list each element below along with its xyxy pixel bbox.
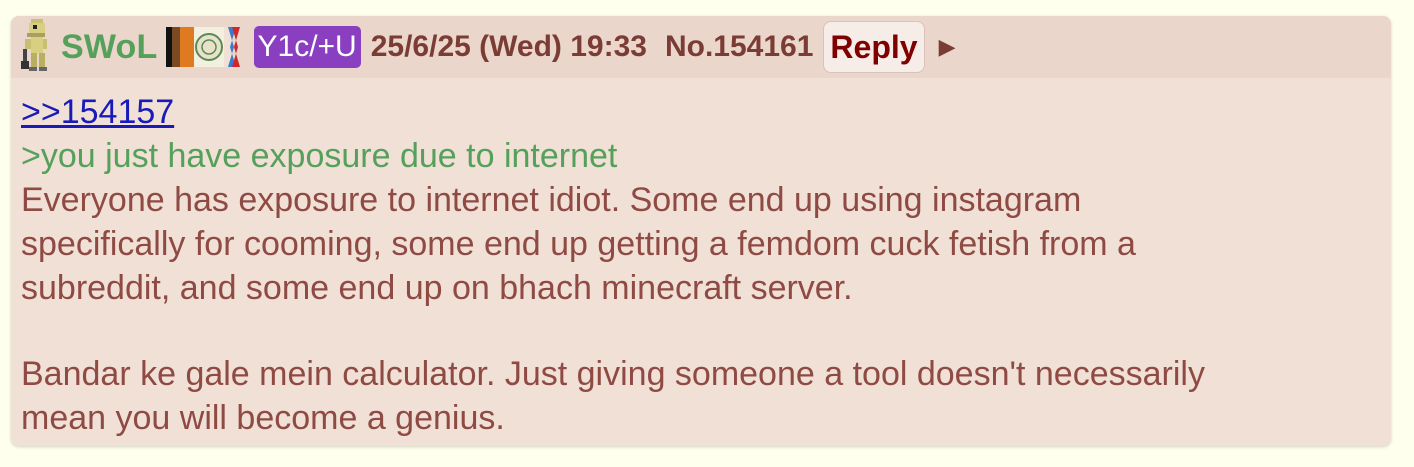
post-number-link[interactable]: No.154161	[665, 30, 813, 64]
post: SWoL Y1c/+U 25/6/25 (Wed) 19:33 No.15416…	[11, 16, 1391, 446]
body-line: subreddit, and some end up on bhach mine…	[21, 269, 853, 307]
body-line: specifically for cooming, some end up ge…	[21, 225, 1136, 263]
poster-name: SWoL	[61, 27, 158, 66]
triangle-right-icon[interactable]: ▶	[939, 34, 956, 60]
body-line: Bandar ke gale mein calculator. Just giv…	[21, 355, 1205, 393]
post-date: 25/6/25 (Wed) 19:33	[370, 30, 647, 63]
body-line: mean you will become a genius.	[21, 399, 505, 437]
post-header: SWoL Y1c/+U 25/6/25 (Wed) 19:33 No.15416…	[11, 16, 1391, 78]
quote-link[interactable]: >>154157	[21, 93, 174, 131]
flag-icon	[165, 27, 240, 67]
post-body: >>154157 >you just have exposure due to …	[11, 78, 1391, 440]
reply-button[interactable]: Reply	[823, 21, 925, 73]
greentext-line: >you just have exposure due to internet	[21, 137, 618, 175]
pixel-character-icon	[21, 19, 47, 71]
paragraph-break	[21, 310, 1381, 352]
poster-id-badge[interactable]: Y1c/+U	[253, 26, 361, 68]
body-line: Everyone has exposure to internet idiot.…	[21, 181, 1082, 219]
